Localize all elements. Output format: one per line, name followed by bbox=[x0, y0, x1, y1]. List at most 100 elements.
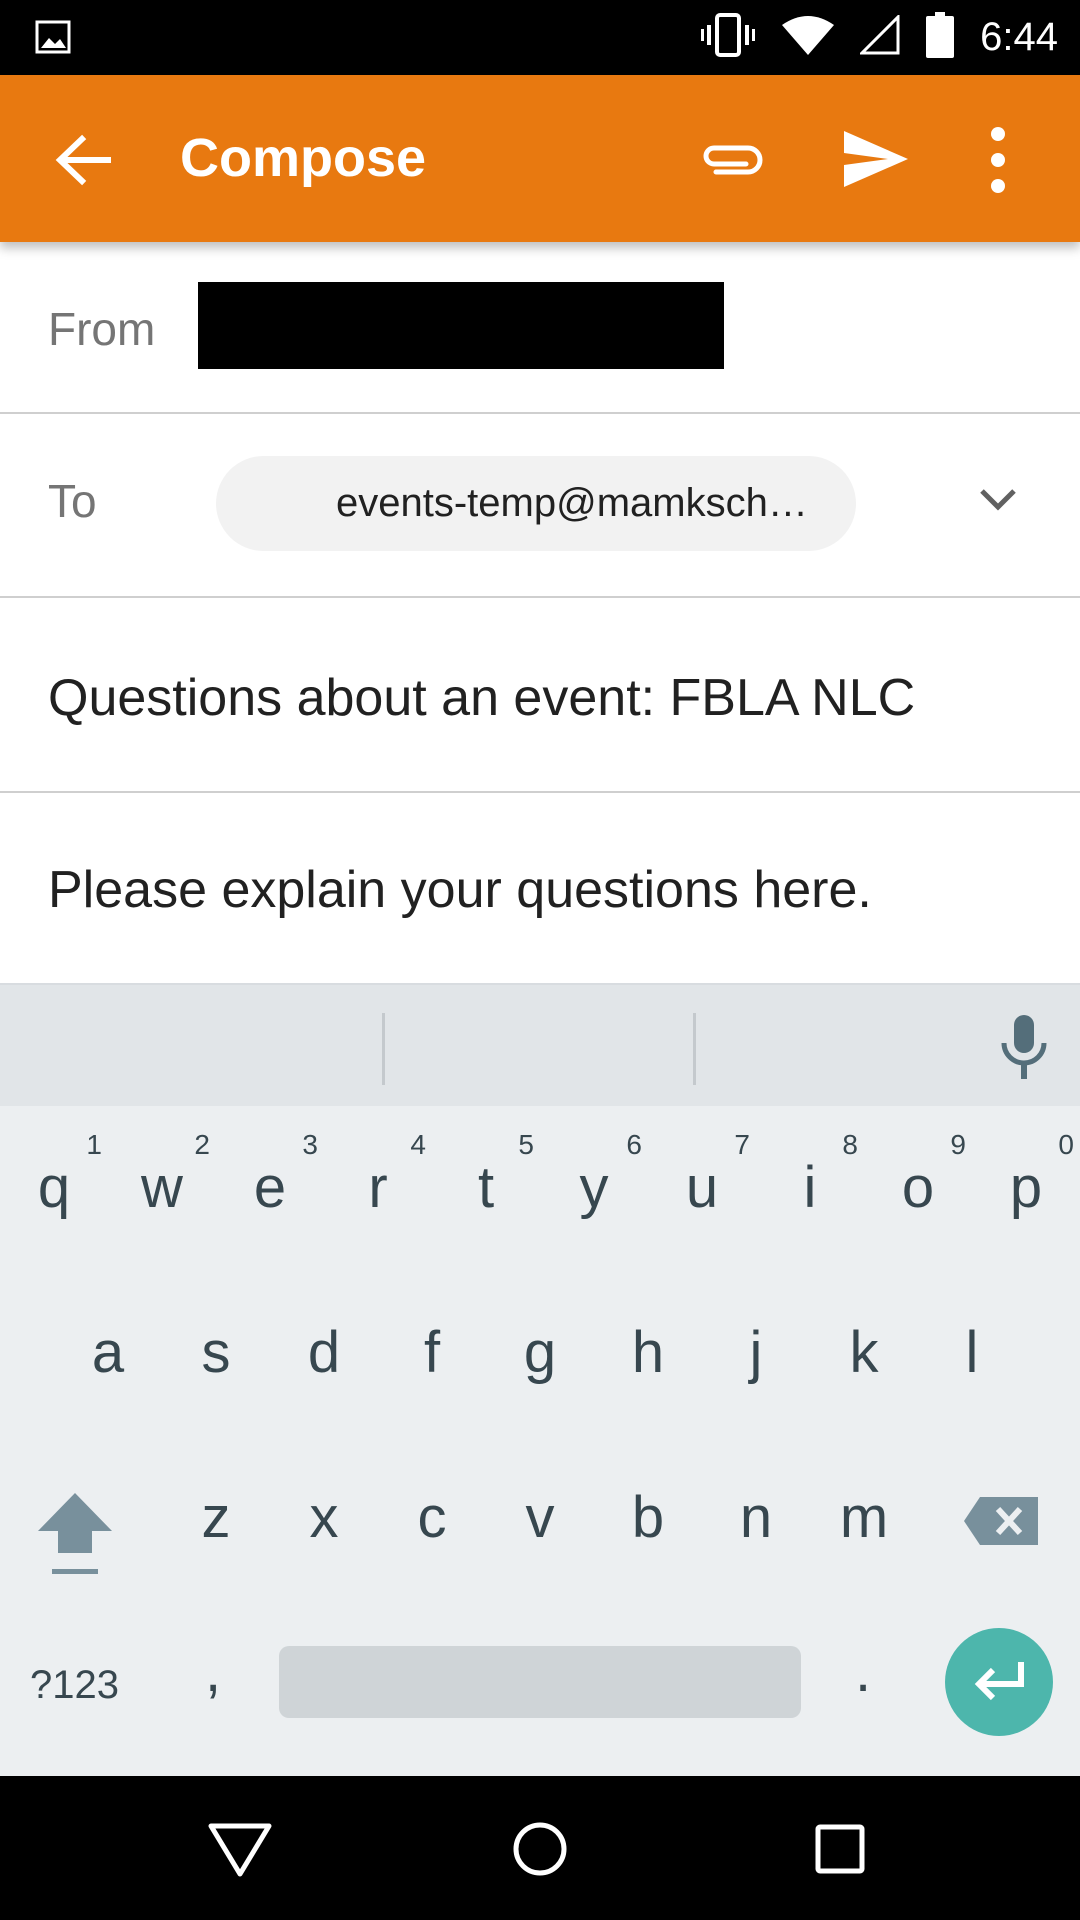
comma-key[interactable]: , bbox=[205, 1638, 221, 1705]
key-g[interactable]: g bbox=[486, 1288, 594, 1428]
key-hint: 1 bbox=[86, 1129, 102, 1160]
recipient-chip-text: events-temp@mamksch… bbox=[336, 481, 808, 525]
key-hint: 2 bbox=[194, 1129, 210, 1160]
key-label: i bbox=[803, 1155, 817, 1220]
key-hint: 9 bbox=[950, 1129, 966, 1160]
key-label: r bbox=[368, 1155, 388, 1220]
key-label: w bbox=[141, 1155, 183, 1220]
more-vert-icon[interactable] bbox=[970, 120, 1026, 200]
status-bar: 6:44 bbox=[0, 0, 1080, 75]
key-r[interactable]: r4 bbox=[324, 1123, 432, 1263]
key-z[interactable]: z bbox=[162, 1453, 270, 1593]
symbols-key[interactable]: ?123 bbox=[30, 1663, 119, 1708]
subject-field[interactable]: Questions about an event: FBLA NLC bbox=[48, 668, 915, 728]
key-label: o bbox=[901, 1155, 935, 1220]
screen: 6:44 Compose From To events-temp@mamksch… bbox=[0, 0, 1080, 1920]
key-j[interactable]: j bbox=[702, 1288, 810, 1428]
key-label: x bbox=[309, 1485, 339, 1550]
key-l[interactable]: l bbox=[918, 1288, 1026, 1428]
key-hint: 7 bbox=[734, 1129, 750, 1160]
microphone-icon[interactable] bbox=[998, 1013, 1050, 1083]
key-label: d bbox=[307, 1320, 341, 1385]
key-label: h bbox=[631, 1320, 665, 1385]
enter-key[interactable] bbox=[945, 1628, 1053, 1736]
key-u[interactable]: u7 bbox=[648, 1123, 756, 1263]
recipient-chip[interactable]: events-temp@mamksch… bbox=[216, 456, 856, 551]
key-k[interactable]: k bbox=[810, 1288, 918, 1428]
key-h[interactable]: h bbox=[594, 1288, 702, 1428]
key-w[interactable]: w2 bbox=[108, 1123, 216, 1263]
key-label: a bbox=[91, 1320, 125, 1385]
subject-row[interactable]: Questions about an event: FBLA NLC bbox=[0, 598, 1080, 793]
enter-icon bbox=[974, 1662, 1024, 1701]
suggestion-divider bbox=[382, 1013, 385, 1085]
key-y[interactable]: y6 bbox=[540, 1123, 648, 1263]
key-p[interactable]: p0 bbox=[972, 1123, 1080, 1263]
key-hint: 0 bbox=[1058, 1129, 1074, 1160]
signal-icon bbox=[858, 13, 900, 60]
from-row: From bbox=[0, 242, 1080, 414]
key-label: c bbox=[417, 1485, 447, 1550]
key-label: y bbox=[579, 1155, 609, 1220]
wifi-icon bbox=[782, 15, 835, 60]
from-value-redacted[interactable] bbox=[198, 282, 724, 369]
key-label: n bbox=[739, 1485, 773, 1550]
to-label: To bbox=[48, 475, 97, 527]
attach-icon[interactable] bbox=[696, 130, 766, 190]
page-title: Compose bbox=[180, 128, 427, 188]
suggestion-strip bbox=[0, 983, 1080, 1106]
backspace-key[interactable] bbox=[962, 1485, 1042, 1555]
send-icon[interactable] bbox=[840, 123, 912, 195]
image-icon bbox=[35, 20, 71, 59]
back-arrow-icon[interactable] bbox=[48, 125, 118, 195]
status-time: 6:44 bbox=[980, 15, 1058, 59]
key-label: g bbox=[523, 1320, 557, 1385]
key-label: u bbox=[685, 1155, 719, 1220]
key-label: e bbox=[253, 1155, 287, 1220]
key-hint: 6 bbox=[626, 1129, 642, 1160]
period-key[interactable]: . bbox=[855, 1638, 871, 1705]
key-f[interactable]: f bbox=[378, 1288, 486, 1428]
vibrate-icon bbox=[700, 13, 756, 62]
key-label: b bbox=[631, 1485, 665, 1550]
key-hint: 4 bbox=[410, 1129, 426, 1160]
key-hint: 8 bbox=[842, 1129, 858, 1160]
battery-icon bbox=[926, 12, 955, 63]
space-key[interactable] bbox=[279, 1646, 801, 1718]
key-e[interactable]: e3 bbox=[216, 1123, 324, 1263]
body-row[interactable]: Please explain your questions here. bbox=[0, 793, 1080, 983]
key-label: m bbox=[839, 1485, 889, 1550]
key-b[interactable]: b bbox=[594, 1453, 702, 1593]
app-bar: Compose bbox=[0, 75, 1080, 242]
key-label: j bbox=[749, 1320, 763, 1385]
key-label: q bbox=[37, 1155, 71, 1220]
back-triangle-icon[interactable] bbox=[205, 1814, 275, 1884]
recents-square-icon[interactable] bbox=[805, 1814, 875, 1884]
body-field[interactable]: Please explain your questions here. bbox=[48, 860, 872, 920]
key-label: t bbox=[477, 1155, 495, 1220]
chevron-down-icon[interactable] bbox=[970, 479, 1026, 519]
shift-key[interactable] bbox=[30, 1483, 120, 1583]
key-o[interactable]: o9 bbox=[864, 1123, 972, 1263]
key-v[interactable]: v bbox=[486, 1453, 594, 1593]
key-label: v bbox=[525, 1485, 555, 1550]
key-c[interactable]: c bbox=[378, 1453, 486, 1593]
key-i[interactable]: i8 bbox=[756, 1123, 864, 1263]
key-n[interactable]: n bbox=[702, 1453, 810, 1593]
home-circle-icon[interactable] bbox=[505, 1814, 575, 1884]
suggestion-divider bbox=[693, 1013, 696, 1085]
key-label: s bbox=[201, 1320, 231, 1385]
key-label: l bbox=[965, 1320, 979, 1385]
key-m[interactable]: m bbox=[810, 1453, 918, 1593]
key-label: z bbox=[201, 1485, 231, 1550]
key-q[interactable]: q1 bbox=[0, 1123, 108, 1263]
key-x[interactable]: x bbox=[270, 1453, 378, 1593]
key-label: f bbox=[423, 1320, 441, 1385]
key-d[interactable]: d bbox=[270, 1288, 378, 1428]
key-a[interactable]: a bbox=[54, 1288, 162, 1428]
keyboard: q1w2e3r4t5y6u7i8o9p0 asdfghjkl zxcvbnm ?… bbox=[0, 983, 1080, 1776]
key-t[interactable]: t5 bbox=[432, 1123, 540, 1263]
key-s[interactable]: s bbox=[162, 1288, 270, 1428]
key-label: p bbox=[1009, 1155, 1043, 1220]
from-label: From bbox=[48, 303, 156, 355]
